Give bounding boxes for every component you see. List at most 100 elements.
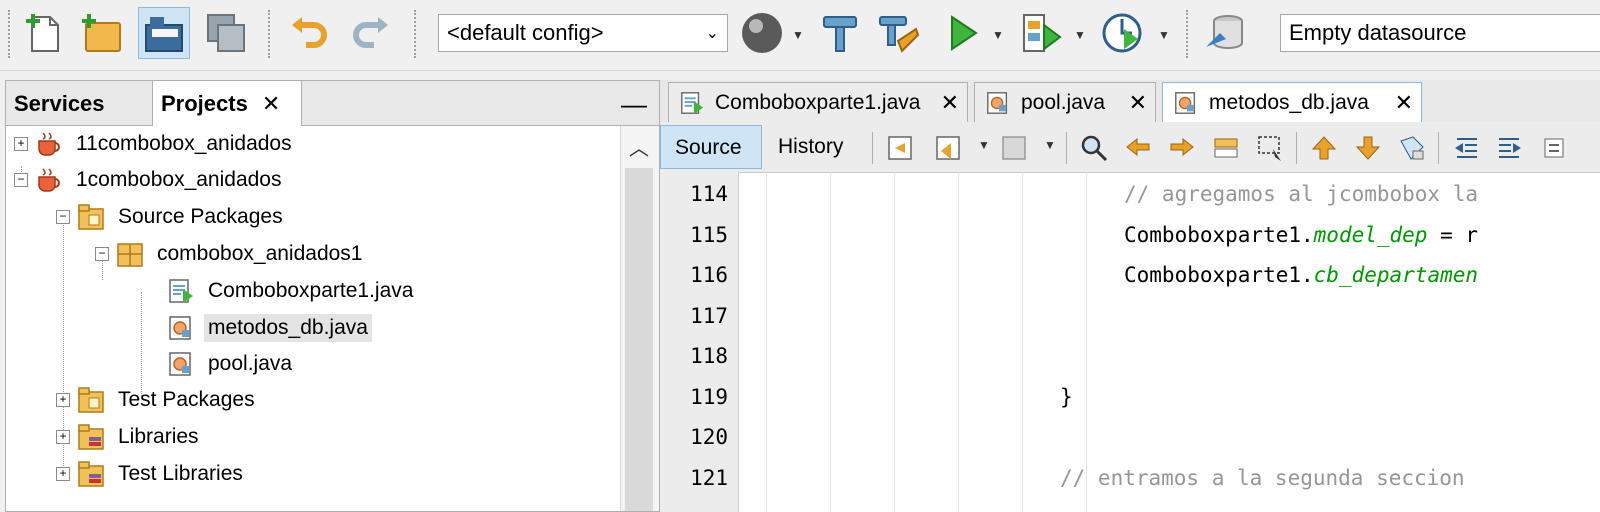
tree-scrollbar[interactable]: ︿ <box>620 126 659 511</box>
tree-node-label: combobox_anidados1 <box>157 242 363 265</box>
collapse-icon[interactable]: − <box>56 210 70 224</box>
globe-icon[interactable] <box>736 7 788 59</box>
tree-node-test-packages[interactable]: + Test Packages <box>56 382 259 418</box>
run-icon[interactable] <box>936 7 988 59</box>
chevron-down-icon: ⌄ <box>705 25 719 42</box>
code-line-comment: // entramos a la segunda seccion <box>1060 466 1465 490</box>
collapse-icon[interactable]: − <box>14 173 28 187</box>
close-icon[interactable]: ✕ <box>1129 90 1147 116</box>
datasource-icon[interactable] <box>1198 7 1250 59</box>
back-dropdown-icon[interactable]: ▼ <box>978 138 990 152</box>
tree-node-libraries[interactable]: + Libraries <box>56 419 203 455</box>
expand-icon[interactable]: + <box>56 430 70 444</box>
debug-icon[interactable] <box>1014 7 1066 59</box>
globe-dropdown-icon[interactable]: ▼ <box>792 28 804 42</box>
clean-build-icon[interactable] <box>872 7 924 59</box>
indent-guide <box>958 172 959 512</box>
indent-guide <box>766 172 767 512</box>
minimize-icon[interactable]: — <box>621 89 647 120</box>
toolbar-grip <box>8 10 10 58</box>
close-icon[interactable]: ✕ <box>1395 90 1413 116</box>
history-button[interactable]: History <box>764 125 864 169</box>
toggle-highlight-icon[interactable] <box>1208 130 1244 166</box>
next-bookmark-icon[interactable] <box>1350 130 1386 166</box>
profile-icon[interactable] <box>1096 7 1148 59</box>
collapse-icon[interactable]: − <box>95 247 109 261</box>
expand-icon[interactable]: + <box>56 393 70 407</box>
toggle-rect-selection-icon[interactable] <box>1252 130 1288 166</box>
last-edit-icon[interactable] <box>882 130 918 166</box>
tree-node-project[interactable]: − 1combobox_anidados <box>14 162 286 198</box>
tab-services[interactable]: Services <box>6 81 152 125</box>
tree-node-java-file[interactable]: Comboboxparte1.java <box>166 273 417 309</box>
forward-icon[interactable] <box>996 130 1032 166</box>
tree-node-label: Libraries <box>118 425 199 448</box>
java-class-file-icon <box>983 88 1013 118</box>
package-folder-icon <box>76 385 106 415</box>
debug-dropdown-icon[interactable]: ▼ <box>1074 28 1086 42</box>
tree-node-java-file[interactable]: pool.java <box>166 346 296 382</box>
shift-right-icon[interactable] <box>1492 130 1528 166</box>
java-form-file-icon <box>166 276 196 306</box>
tree-node-java-file-selected[interactable]: metodos_db.java <box>166 310 372 346</box>
close-icon[interactable]: ✕ <box>941 90 959 116</box>
new-file-icon[interactable] <box>18 7 70 59</box>
scrollbar-thumb[interactable] <box>625 168 653 511</box>
java-project-icon <box>34 129 64 159</box>
line-number: 118 <box>690 344 728 368</box>
source-button[interactable]: Source <box>660 125 762 169</box>
open-project-icon[interactable] <box>138 7 190 59</box>
run-dropdown-icon[interactable]: ▼ <box>992 28 1004 42</box>
previous-bookmark-icon[interactable] <box>1306 130 1342 166</box>
tab-projects-label: Projects <box>161 91 248 116</box>
back-icon[interactable] <box>930 130 966 166</box>
find-previous-icon[interactable] <box>1120 130 1156 166</box>
tree-node-project[interactable]: + 11combobox_anidados <box>14 126 296 162</box>
tree-node-label: Test Libraries <box>118 462 243 485</box>
forward-dropdown-icon[interactable]: ▼ <box>1044 138 1056 152</box>
editor-tab-comboboxparte1[interactable]: Comboboxparte1.java ✕ <box>668 82 968 122</box>
shift-left-icon[interactable] <box>1448 130 1484 166</box>
line-number: 117 <box>690 304 728 328</box>
code-area[interactable]: // agregamos al jcombobox la Comboboxpar… <box>738 172 1600 512</box>
code-class-ref: Comboboxparte1. <box>1124 223 1314 247</box>
datasource-select[interactable]: Empty datasource <box>1280 14 1600 52</box>
tab-services-label: Services <box>14 91 105 116</box>
close-icon[interactable]: ✕ <box>262 91 280 116</box>
expand-icon[interactable]: + <box>14 137 28 151</box>
toolbar-separator <box>268 10 270 58</box>
new-project-icon[interactable] <box>76 7 128 59</box>
undo-icon[interactable] <box>284 7 336 59</box>
java-class-file-icon <box>1171 88 1201 118</box>
code-line: Comboboxparte1.model_dep = r <box>1124 223 1478 247</box>
editor-toolbar-separator <box>872 132 873 164</box>
editor-tab-pool[interactable]: pool.java ✕ <box>974 82 1156 122</box>
line-number: 119 <box>690 385 728 409</box>
java-class-file-icon <box>166 349 196 379</box>
find-icon[interactable] <box>1076 130 1112 166</box>
build-icon[interactable] <box>814 7 866 59</box>
line-number: 115 <box>690 223 728 247</box>
find-next-icon[interactable] <box>1164 130 1200 166</box>
redo-icon[interactable] <box>344 7 396 59</box>
editor-tab-metodos-db[interactable]: metodos_db.java ✕ <box>1162 82 1422 122</box>
indent-guide <box>894 172 895 512</box>
package-folder-icon <box>76 202 106 232</box>
tree-node-test-libraries[interactable]: + Test Libraries <box>56 456 247 492</box>
scroll-up-icon[interactable]: ︿ <box>629 132 649 161</box>
comment-icon[interactable] <box>1536 130 1572 166</box>
tree-node-package[interactable]: − combobox_anidados1 <box>95 236 367 272</box>
tree-node-label: pool.java <box>208 352 293 375</box>
save-all-icon[interactable] <box>200 7 252 59</box>
expand-icon[interactable]: + <box>56 467 70 481</box>
toolbar-separator <box>414 10 416 58</box>
tree-node-source-packages[interactable]: − Source Packages <box>56 199 287 235</box>
profile-dropdown-icon[interactable]: ▼ <box>1158 28 1170 42</box>
editor-tab-label: pool.java <box>1021 90 1106 114</box>
editor-tab-label: Comboboxparte1.java <box>715 90 921 114</box>
editor-tab-bar: Comboboxparte1.java ✕ pool.java ✕ metodo… <box>660 80 1600 123</box>
code-class-ref: Comboboxparte1. <box>1124 263 1314 287</box>
tab-projects[interactable]: Projects ✕ <box>152 81 302 126</box>
toggle-bookmark-icon[interactable] <box>1394 130 1430 166</box>
config-select[interactable]: <default config> ⌄ <box>438 14 728 52</box>
